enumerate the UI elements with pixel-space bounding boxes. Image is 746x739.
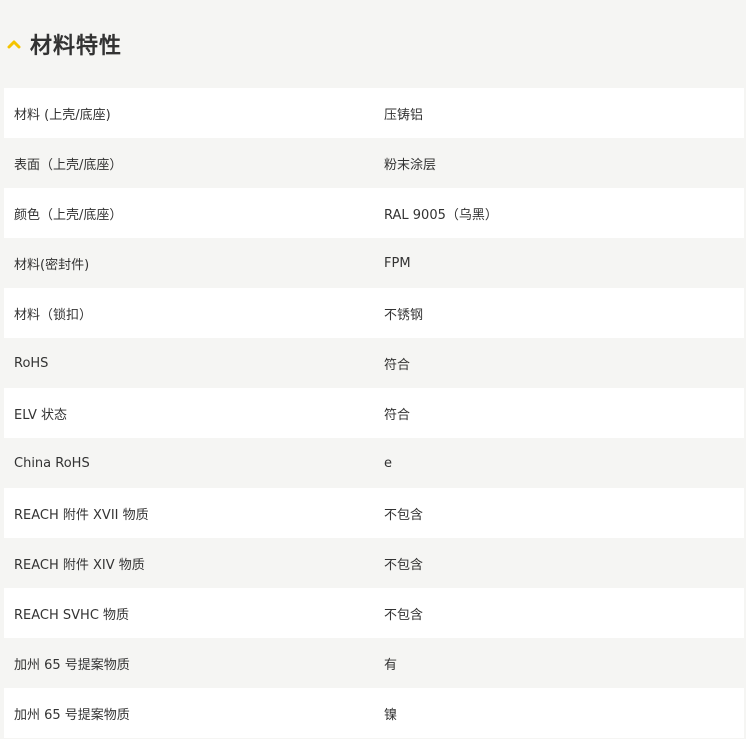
section-header-toggle[interactable]: 材料特性	[0, 0, 746, 88]
property-label: China RoHS	[14, 455, 90, 471]
property-label: 材料 (上壳/底座)	[14, 107, 111, 123]
property-value: 不包含	[384, 507, 424, 523]
property-value: FPM	[384, 255, 411, 271]
table-row: RoHS 符合	[4, 338, 744, 388]
property-label: REACH 附件 XIV 物质	[14, 557, 145, 573]
property-value: 符合	[384, 407, 411, 423]
property-value: RAL 9005（乌黑）	[384, 207, 498, 223]
table-row: China RoHS e	[4, 438, 744, 488]
property-value: 镍	[384, 707, 398, 723]
property-label: REACH 附件 XVII 物质	[14, 507, 149, 523]
property-value: 不锈钢	[384, 307, 424, 323]
property-label: 颜色（上壳/底座）	[14, 207, 123, 223]
property-value: 不包含	[384, 607, 424, 623]
property-value: 粉末涂层	[384, 157, 437, 173]
property-label: 加州 65 号提案物质	[14, 657, 130, 673]
property-value: 不包含	[384, 557, 424, 573]
table-row: 表面（上壳/底座） 粉末涂层	[4, 138, 744, 188]
table-row: REACH 附件 XIV 物质 不包含	[4, 538, 744, 588]
table-row: 材料 (上壳/底座) 压铸铝	[4, 88, 744, 138]
property-value: 压铸铝	[384, 107, 424, 123]
property-label: 加州 65 号提案物质	[14, 707, 130, 723]
table-row: 加州 65 号提案物质 有	[4, 638, 744, 688]
table-row: ELV 状态 符合	[4, 388, 744, 438]
table-row: REACH 附件 XVII 物质 不包含	[4, 488, 744, 538]
property-label: REACH SVHC 物质	[14, 607, 130, 623]
table-row: 颜色（上壳/底座） RAL 9005（乌黑）	[4, 188, 744, 238]
property-value: 符合	[384, 357, 411, 373]
property-label: 材料(密封件)	[14, 257, 90, 273]
property-label: 表面（上壳/底座）	[14, 157, 123, 173]
material-properties-section: 材料特性 材料 (上壳/底座) 压铸铝 表面（上壳/底座） 粉末涂层 颜色（上壳…	[0, 0, 746, 739]
property-value: e	[384, 455, 392, 471]
section-title: 材料特性	[30, 34, 123, 59]
property-label: ELV 状态	[14, 407, 68, 423]
table-row: REACH SVHC 物质 不包含	[4, 588, 744, 638]
property-label: 材料（锁扣）	[14, 307, 93, 323]
table-row: 材料(密封件) FPM	[4, 238, 744, 288]
table-row: 材料（锁扣） 不锈钢	[4, 288, 744, 338]
property-value: 有	[384, 657, 398, 673]
properties-table: 材料 (上壳/底座) 压铸铝 表面（上壳/底座） 粉末涂层 颜色（上壳/底座） …	[4, 88, 744, 738]
property-label: RoHS	[14, 355, 49, 371]
chevron-up-icon[interactable]	[4, 34, 24, 54]
table-row: 加州 65 号提案物质 镍	[4, 688, 744, 738]
